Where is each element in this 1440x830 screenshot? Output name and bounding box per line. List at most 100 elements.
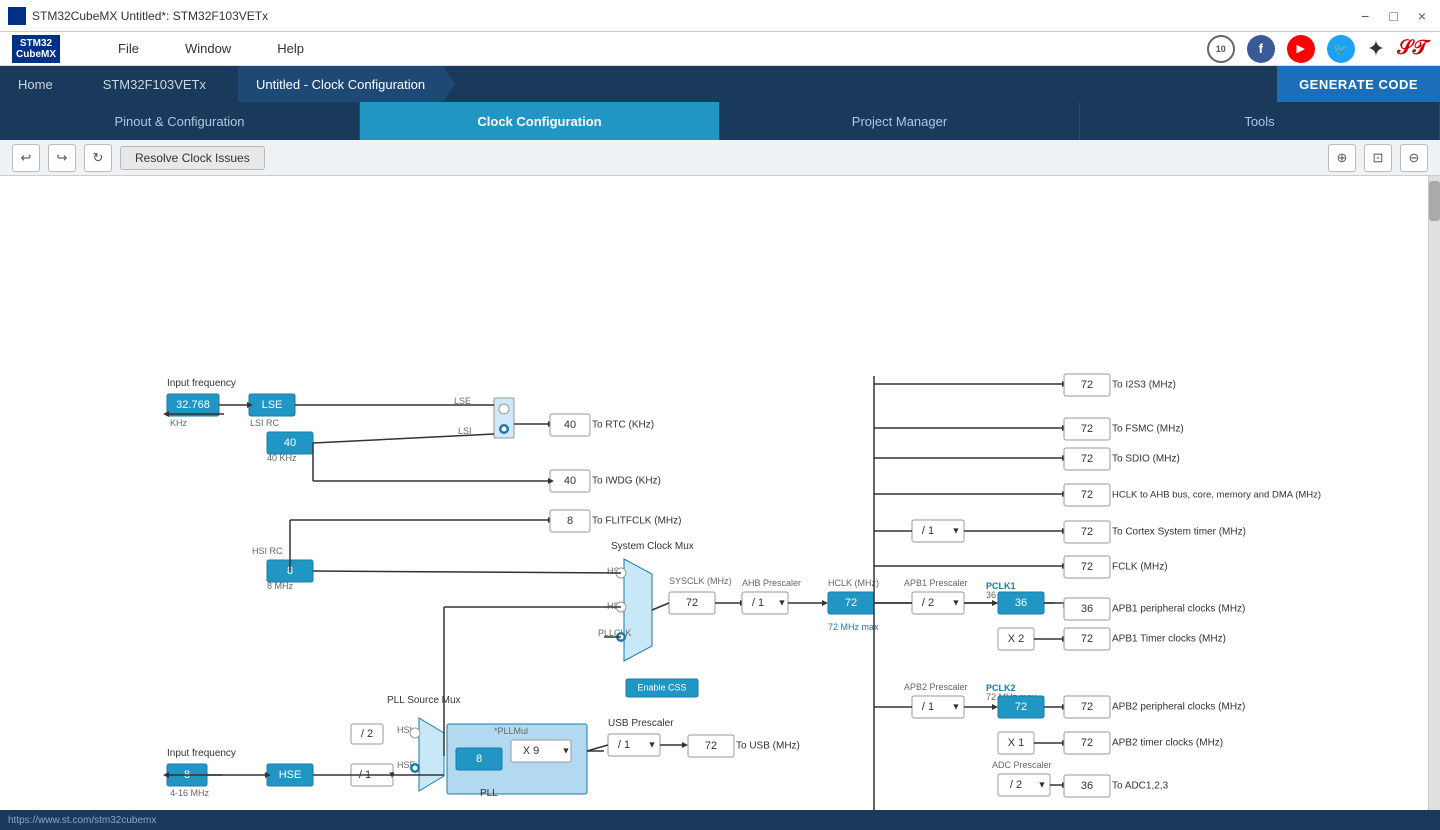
pll-source-mux-label: PLL Source Mux [387,695,461,706]
flit-label: To FLITFCLK (MHz) [592,516,681,527]
fclk-out-value: 72 [1081,561,1093,573]
youtube-icon[interactable]: ▶ [1287,35,1315,63]
zoom-in-button[interactable]: ⊕ [1328,144,1356,172]
app-logo-small [8,7,26,25]
tab-bar: Pinout & Configuration Clock Configurati… [0,102,1440,140]
redo-button[interactable]: ↪ [48,144,76,172]
apb1-pre-label: APB1 Prescaler [904,578,968,588]
pll-mux-hse-radio-inner [413,766,418,771]
adc-pre-arrow: ▼ [1038,779,1047,789]
iwdg-label: To IWDG (KHz) [592,476,661,487]
hsi-rc-label: HSI RC [252,546,283,556]
logo-text: STM32CubeMX [16,38,56,60]
hse-label-main: HSE [279,769,302,781]
adc-out-value: 36 [1081,780,1093,792]
nav-device[interactable]: STM32F103VETx [85,66,224,102]
sys-clock-mux-label: System Clock Mux [611,541,694,552]
clock-diagram-area: Input frequency 32.768 KHz LSE LSI RC 40… [0,176,1428,810]
pclk2-value: 72 [1015,701,1027,713]
nav-home[interactable]: Home [0,66,71,102]
sdio-top-label: To SDIO (MHz) [1112,454,1180,465]
nav-arrow-device [224,66,236,102]
pll-mul-value: X 9 [523,745,540,757]
facebook-icon[interactable]: f [1247,35,1275,63]
apb2-periph-value: 72 [1081,701,1093,713]
apb1-pre-arrow: ▼ [952,597,961,607]
apb1-x2-value: X 2 [1008,633,1025,645]
apb1-timer-value: 72 [1081,633,1093,645]
apb1-periph-label: APB1 peripheral clocks (MHz) [1112,604,1245,615]
maximize-button[interactable]: □ [1383,6,1403,26]
minimize-button[interactable]: − [1355,6,1375,26]
generate-code-button[interactable]: GENERATE CODE [1277,66,1440,102]
social-icons: 10 f ▶ 🐦 ✦ 𝒮𝒯 [1207,35,1428,63]
apb2-pre-value: / 1 [922,701,934,713]
tab-clock[interactable]: Clock Configuration [360,102,720,140]
menu-file[interactable]: File [110,37,147,60]
menu-window[interactable]: Window [177,37,239,60]
status-url: https://www.st.com/stm32cubemx [8,815,156,826]
apb2-x1-value: X 1 [1008,737,1025,749]
i2s3-value: 72 [1081,379,1093,391]
tab-project[interactable]: Project Manager [720,102,1080,140]
scrollbar-thumb[interactable] [1429,181,1440,221]
fsmc-value: 72 [1081,423,1093,435]
refresh-button[interactable]: ↻ [84,144,112,172]
app-logo: STM32CubeMX [12,35,60,63]
lse-input-value: 32.768 [176,399,210,411]
close-button[interactable]: × [1412,6,1432,26]
title-bar: STM32CubeMX Untitled*: STM32F103VETx − □… [0,0,1440,32]
sdio-top-value: 72 [1081,453,1093,465]
hclk-max-label: 72 MHz max [828,622,879,632]
twitter-icon[interactable]: 🐦 [1327,35,1355,63]
window-controls[interactable]: − □ × [1355,6,1432,26]
usb-label: To USB (MHz) [736,741,800,752]
wire-hsi-sysclk [313,571,621,573]
nav-arrow-home [71,66,83,102]
zoom-out-button[interactable]: ⊖ [1400,144,1428,172]
menu-help[interactable]: Help [269,37,312,60]
nav-current[interactable]: Untitled - Clock Configuration [238,66,443,102]
logo-box: STM32CubeMX [12,35,60,63]
network-icon[interactable]: ✦ [1367,36,1385,62]
hclk-label: HCLK (MHz) [828,578,879,588]
pll-label: PLL [480,788,498,799]
apb1-periph-value: 36 [1081,603,1093,615]
tab-pinout[interactable]: Pinout & Configuration [0,102,360,140]
undo-button[interactable]: ↩ [12,144,40,172]
arrow-usb-out [682,742,688,748]
tab-tools[interactable]: Tools [1080,102,1440,140]
hclk-bus-label: HCLK to AHB bus, core, memory and DMA (M… [1112,490,1321,501]
zoom-fit-button[interactable]: ⊡ [1364,144,1392,172]
clock-diagram-svg: Input frequency 32.768 KHz LSE LSI RC 40… [0,176,1428,810]
usb-pre-value: / 1 [618,739,630,751]
cortex-out-value: 72 [1081,526,1093,538]
lsi-40khz-label: 40 KHz [267,453,297,463]
lsi-rc-value: 40 [284,437,296,449]
pll-mul-label: *PLLMul [494,726,528,736]
sysclk-value: 72 [686,597,698,609]
menu-bar: STM32CubeMX File Window Help 10 f ▶ 🐦 ✦ … [0,32,1440,66]
cortex-pre-arrow: ▼ [952,525,961,535]
main-content: Input frequency 32.768 KHz LSE LSI RC 40… [0,176,1440,810]
apb1-timer-label: APB1 Timer clocks (MHz) [1112,634,1226,645]
lse-mux-radio1[interactable] [499,404,509,414]
toolbar: ↩ ↪ ↻ Resolve Clock Issues ⊕ ⊡ ⊖ [0,140,1440,176]
apb2-timer-value: 72 [1081,737,1093,749]
lse-khz-label: KHz [170,418,188,428]
vertical-scrollbar[interactable] [1428,176,1440,810]
i2s3-label: To I2S3 (MHz) [1112,380,1176,391]
resolve-clock-button[interactable]: Resolve Clock Issues [120,146,265,170]
lse-input-label: Input frequency [167,378,236,389]
sysclk-mux-shape [624,559,652,661]
nav-home-label: Home [18,77,53,92]
hse-4-16-label: 4-16 MHz [170,788,210,798]
apb2-pre-label: APB2 Prescaler [904,682,968,692]
wire-mux-sysclk [652,603,669,610]
apb1-pre-value: / 2 [922,597,934,609]
lse-label: LSE [262,399,283,411]
st-logo-icon[interactable]: 𝒮𝒯 [1397,37,1428,60]
usb-pre-label: USB Prescaler [608,718,674,729]
pll-mux-hsi-radio[interactable] [410,728,420,738]
pll-input-value: 8 [476,753,482,765]
